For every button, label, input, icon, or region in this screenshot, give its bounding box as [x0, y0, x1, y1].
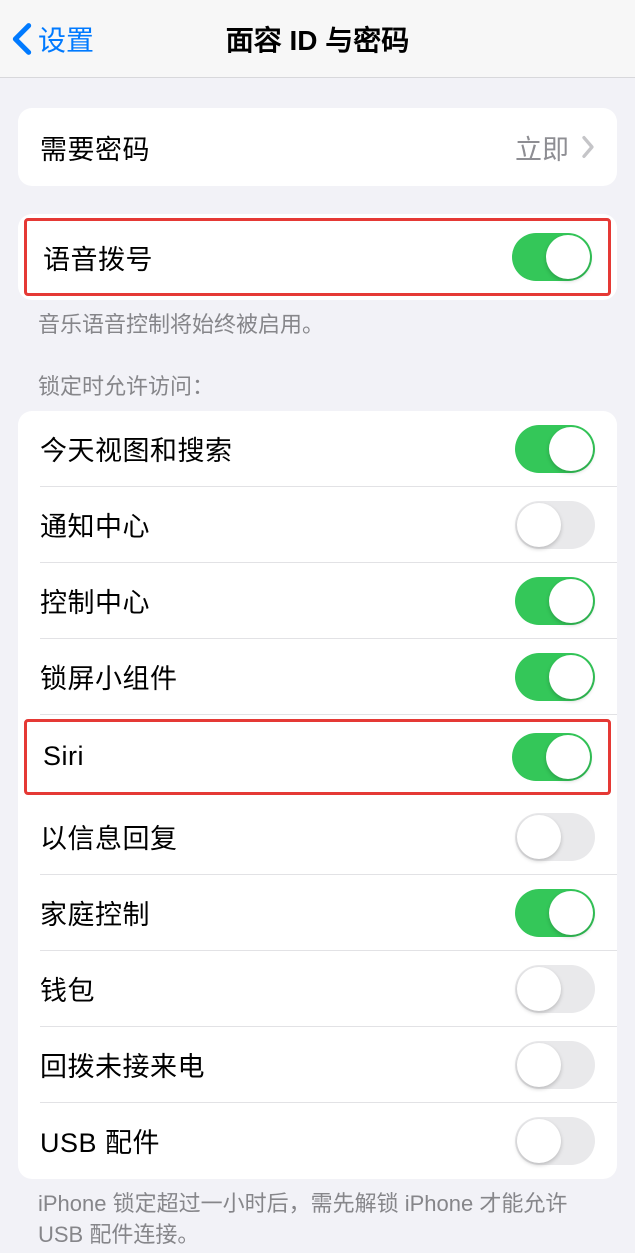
- usb-accessories-toggle[interactable]: [515, 1117, 595, 1165]
- voice-dial-toggle[interactable]: [512, 233, 592, 281]
- control-center-label: 控制中心: [40, 581, 150, 620]
- lock-widgets-row: 锁屏小组件: [18, 639, 617, 715]
- reply-message-toggle[interactable]: [515, 813, 595, 861]
- home-control-row: 家庭控制: [18, 875, 617, 951]
- content-area: 需要密码 立即 语音拨号 音乐语音控制将始终被启用。 锁定时允许访问：: [0, 108, 635, 1250]
- control-center-toggle[interactable]: [515, 577, 595, 625]
- wallet-row: 钱包: [18, 951, 617, 1027]
- require-passcode-label: 需要密码: [40, 128, 150, 167]
- notification-center-row: 通知中心: [18, 487, 617, 563]
- today-view-label: 今天视图和搜索: [40, 429, 233, 468]
- toggle-knob: [549, 427, 593, 471]
- usb-accessories-label: USB 配件: [40, 1121, 160, 1160]
- chevron-right-icon: [581, 135, 595, 159]
- reply-message-row: 以信息回复: [18, 799, 617, 875]
- siri-toggle[interactable]: [512, 733, 592, 781]
- wallet-toggle[interactable]: [515, 965, 595, 1013]
- control-center-row: 控制中心: [18, 563, 617, 639]
- toggle-knob: [517, 1119, 561, 1163]
- passcode-group: 需要密码 立即: [0, 108, 635, 186]
- lock-widgets-toggle[interactable]: [515, 653, 595, 701]
- back-button[interactable]: 设置: [0, 0, 120, 77]
- callback-label: 回拨未接来电: [40, 1045, 205, 1084]
- toggle-knob: [549, 655, 593, 699]
- siri-label: Siri: [43, 741, 84, 772]
- voice-dial-group: 语音拨号 音乐语音控制将始终被启用。: [0, 214, 635, 341]
- voice-dial-label: 语音拨号: [43, 238, 153, 277]
- home-control-label: 家庭控制: [40, 893, 150, 932]
- notification-center-label: 通知中心: [40, 505, 150, 544]
- notification-center-toggle[interactable]: [515, 501, 595, 549]
- reply-message-label: 以信息回复: [40, 817, 178, 856]
- lock-widgets-label: 锁屏小组件: [40, 657, 178, 696]
- callback-toggle[interactable]: [515, 1041, 595, 1089]
- callback-row: 回拨未接来电: [18, 1027, 617, 1103]
- toggle-knob: [517, 967, 561, 1011]
- navigation-bar: 设置 面容 ID 与密码: [0, 0, 635, 78]
- voice-dial-footer: 音乐语音控制将始终被启用。: [0, 300, 635, 341]
- toggle-knob: [517, 1043, 561, 1087]
- lockscreen-access-group: 锁定时允许访问： 今天视图和搜索 通知中心 控制中心: [0, 369, 635, 1251]
- lockscreen-header: 锁定时允许访问：: [0, 369, 635, 411]
- toggle-knob: [517, 503, 561, 547]
- toggle-knob: [549, 579, 593, 623]
- require-passcode-row[interactable]: 需要密码 立即: [18, 108, 617, 186]
- usb-accessories-row: USB 配件: [18, 1103, 617, 1179]
- require-passcode-value: 立即: [515, 128, 569, 167]
- toggle-knob: [549, 891, 593, 935]
- siri-row: Siri: [24, 719, 611, 795]
- lockscreen-footer: iPhone 锁定超过一小时后，需先解锁 iPhone 才能允许USB 配件连接…: [0, 1179, 635, 1251]
- home-control-toggle[interactable]: [515, 889, 595, 937]
- toggle-knob: [546, 735, 590, 779]
- toggle-knob: [546, 235, 590, 279]
- toggle-knob: [517, 815, 561, 859]
- wallet-label: 钱包: [40, 969, 95, 1008]
- today-view-row: 今天视图和搜索: [18, 411, 617, 487]
- today-view-toggle[interactable]: [515, 425, 595, 473]
- chevron-left-icon: [12, 22, 32, 56]
- back-label: 设置: [38, 19, 94, 59]
- voice-dial-row: 语音拨号: [24, 218, 611, 296]
